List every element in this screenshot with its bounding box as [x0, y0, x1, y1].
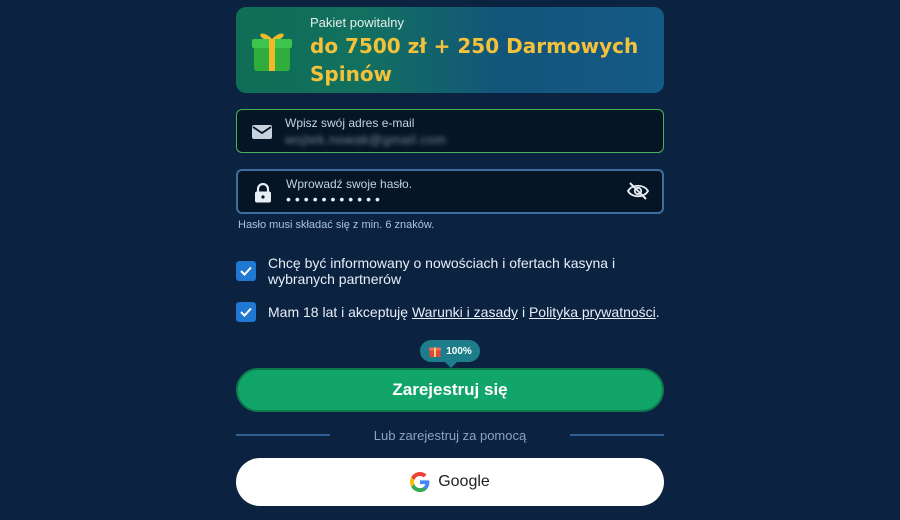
- email-field-label: Wpisz swój adres e-mail: [285, 116, 415, 130]
- terms-consent-row: Mam 18 lat i akceptuję Warunki i zasady …: [236, 302, 664, 322]
- email-field-value[interactable]: wojtek.nowak@gmail.com: [285, 132, 446, 147]
- password-hint: Hasło musi składać się z min. 6 znaków.: [238, 219, 435, 231]
- bonus-badge: 100%: [420, 340, 480, 368]
- terms-consent-text: Mam 18 lat i akceptuję Warunki i zasady …: [268, 304, 664, 320]
- welcome-bonus-banner: Pakiet powitalny do 7500 zł + 250 Darmow…: [236, 7, 664, 93]
- password-field-value[interactable]: •••••••••••: [286, 191, 384, 207]
- google-button-label: Google: [438, 473, 490, 490]
- terms-joiner: i: [521, 304, 526, 320]
- marketing-consent-text: Chcę być informowany o nowościach i ofer…: [268, 255, 616, 287]
- password-field[interactable]: Wprowadź swoje hasło. •••••••••••: [236, 169, 664, 214]
- mail-icon: [252, 125, 272, 139]
- privacy-policy-link[interactable]: Polityka prywatności: [529, 304, 656, 320]
- password-field-label: Wprowadź swoje hasło.: [286, 177, 413, 191]
- email-field[interactable]: Wpisz swój adres e-mail wojtek.nowak@gma…: [236, 109, 664, 153]
- register-button[interactable]: Zarejestruj się: [236, 368, 664, 412]
- marketing-consent-checkbox[interactable]: [236, 261, 256, 281]
- lock-icon: [255, 183, 271, 203]
- alternative-signup-divider: Lub zarejestruj za pomocą: [236, 426, 664, 444]
- terms-consent-checkbox[interactable]: [236, 302, 256, 322]
- eye-off-icon[interactable]: [626, 179, 650, 203]
- terms-link[interactable]: Warunki i zasady: [412, 304, 518, 320]
- marketing-consent-row: Chcę być informowany o nowościach i ofer…: [236, 255, 664, 293]
- google-logo-icon: [410, 472, 430, 492]
- banner-headline: do 7500 zł + 250 Darmowych Spinów: [310, 34, 639, 86]
- banner-kicker: Pakiet powitalny: [310, 15, 404, 30]
- terms-prefix: Mam 18 lat i akceptuję: [268, 304, 409, 320]
- gift-icon: [429, 347, 442, 357]
- checkmark-icon: [240, 266, 252, 276]
- google-signup-button[interactable]: Google: [236, 458, 664, 506]
- gift-box-icon: [252, 33, 292, 71]
- terms-suffix: .: [655, 304, 660, 320]
- checkmark-icon: [240, 307, 252, 317]
- bonus-badge-value: 100%: [446, 345, 472, 357]
- divider-line-right: [570, 434, 664, 436]
